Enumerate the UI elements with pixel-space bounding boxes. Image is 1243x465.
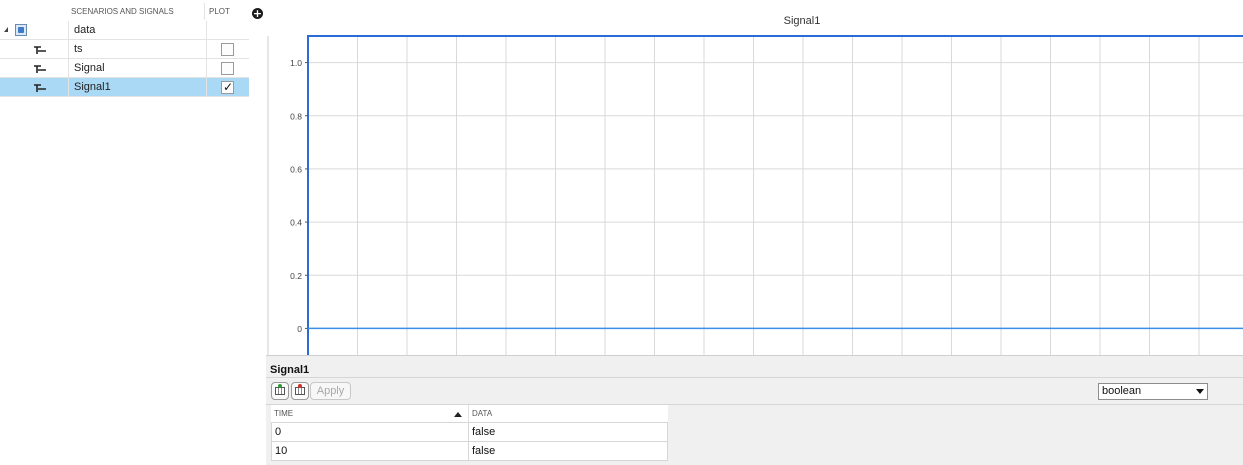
tree-header: SCENARIOS AND SIGNALS PLOT [0, 3, 250, 20]
tree-row-label: ts [69, 40, 206, 59]
dataset-icon [15, 24, 27, 36]
table-row[interactable]: 10 false [271, 442, 668, 461]
delete-row-button[interactable] [291, 382, 309, 400]
y-tick-label: 0.4 [290, 218, 302, 228]
expand-arrow-icon[interactable] [4, 27, 8, 32]
tree-row-signal1[interactable]: Signal1 ✓ [0, 78, 250, 97]
y-tick-label: 0.8 [290, 111, 302, 121]
signal-plot[interactable]: Signal1 1.0 0.8 0.6 0.4 0.2 0 [266, 0, 1243, 355]
tree-row-label: data [69, 21, 206, 40]
plot-cell [206, 59, 249, 78]
tree-icon-cell [0, 59, 69, 78]
y-tick-label: 0.2 [290, 271, 302, 281]
add-badge-icon [278, 384, 282, 388]
y-tick-label: 0 [297, 324, 302, 334]
tree-icon-cell [0, 78, 69, 97]
plot-cell [206, 40, 249, 59]
tree-icon-cell [0, 40, 69, 59]
scenarios-column-header[interactable]: SCENARIOS AND SIGNALS [69, 3, 205, 20]
signal-icon [34, 84, 46, 92]
tree-row-signal[interactable]: Signal [0, 59, 250, 78]
plot-cell: ✓ [206, 78, 249, 97]
signal-data-table: TIME DATA 0 false 10 false [271, 405, 668, 461]
plot-checkbox[interactable] [221, 62, 234, 75]
add-plus-icon[interactable]: + [252, 8, 263, 19]
data-cell[interactable]: false [469, 423, 668, 442]
data-type-value: boolean [1102, 385, 1142, 397]
table-header: TIME DATA [271, 405, 668, 423]
plot-cell [206, 21, 249, 40]
insert-row-icon [275, 387, 285, 395]
data-cell[interactable]: false [469, 442, 668, 461]
tree-row-label: Signal [69, 59, 206, 78]
sort-ascending-icon[interactable] [454, 412, 462, 417]
tree-row-label: Signal1 [69, 78, 206, 97]
signal-tree: SCENARIOS AND SIGNALS PLOT data ts Signa… [0, 0, 250, 465]
time-column-header[interactable]: TIME [271, 405, 469, 423]
y-tick-label: 0.6 [290, 164, 302, 174]
plot-canvas[interactable]: 1.0 0.8 0.6 0.4 0.2 0 [266, 0, 1243, 355]
editor-toolbar: Apply boolean [266, 377, 1243, 405]
signal-line[interactable] [307, 35, 1243, 355]
signal-icon [34, 65, 46, 73]
data-type-select[interactable]: boolean [1098, 383, 1208, 400]
tree-row-data[interactable]: data [0, 21, 250, 40]
signal-editor: Signal1 Apply boolean TIME DATA 0 false … [266, 355, 1243, 465]
y-tick-label: 1.0 [290, 58, 302, 68]
apply-button[interactable]: Apply [310, 382, 351, 400]
data-column-header[interactable]: DATA [469, 405, 668, 423]
time-cell[interactable]: 0 [271, 423, 469, 442]
plot-column-header[interactable]: PLOT [206, 3, 249, 20]
tree-row-ts[interactable]: ts [0, 40, 250, 59]
table-row[interactable]: 0 false [271, 423, 668, 442]
editor-title: Signal1 [270, 364, 310, 376]
delete-row-icon [295, 387, 305, 395]
plot-checkbox[interactable]: ✓ [221, 80, 234, 94]
checkmark-icon: ✓ [223, 80, 234, 94]
insert-row-button[interactable] [271, 382, 289, 400]
tree-icon-cell [0, 21, 69, 40]
remove-badge-icon [298, 384, 302, 388]
plot-checkbox[interactable] [221, 43, 234, 56]
time-cell[interactable]: 10 [271, 442, 469, 461]
dropdown-caret-icon [1196, 389, 1204, 394]
signal-icon [34, 46, 46, 54]
